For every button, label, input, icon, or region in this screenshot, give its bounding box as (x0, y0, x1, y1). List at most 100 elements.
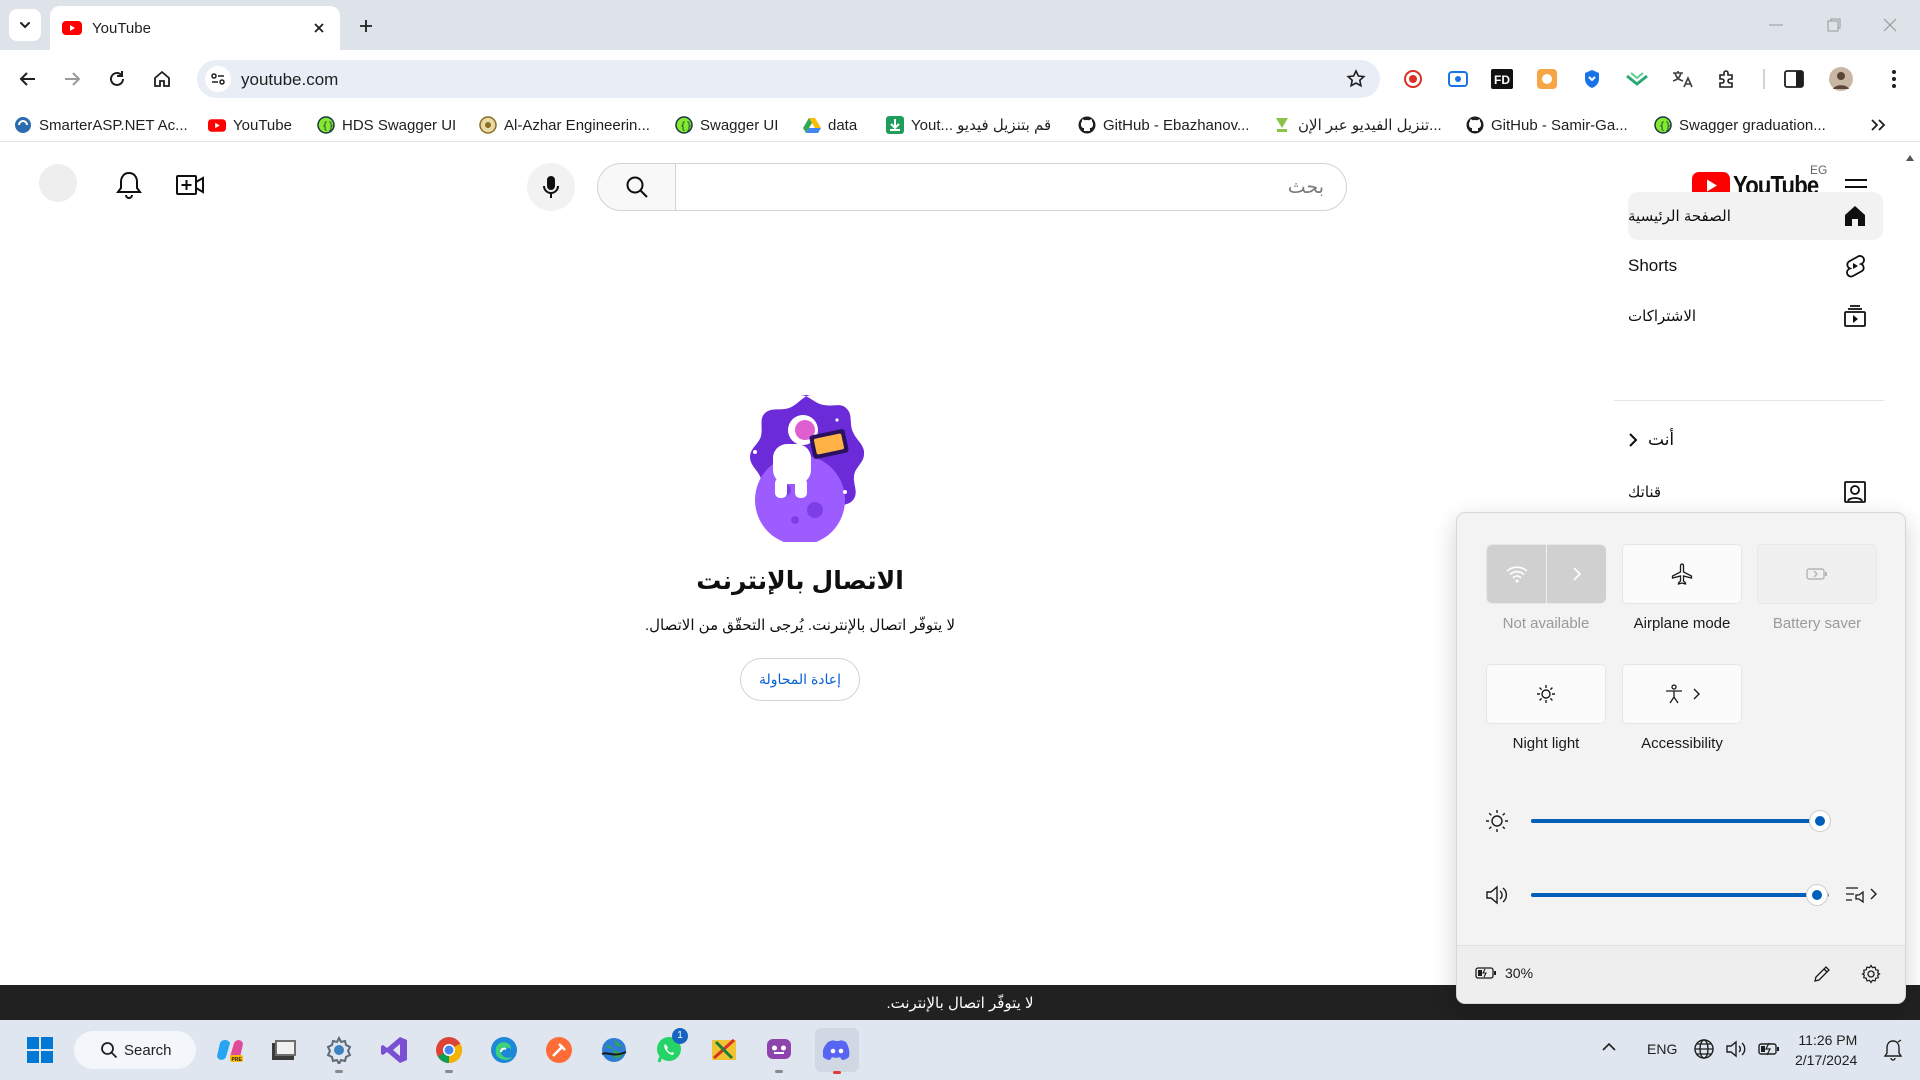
voice-search-button[interactable] (527, 163, 575, 211)
search-input[interactable]: بحث (675, 163, 1347, 211)
postman-icon[interactable] (542, 1033, 576, 1067)
github-icon (1078, 116, 1096, 134)
browser-menu-icon[interactable] (1882, 67, 1906, 91)
bookmarks-bar: SmarterASP.NET Ac... YouTube {} HDS Swagg… (0, 108, 1920, 142)
avatar[interactable] (39, 164, 77, 202)
sidebar-item-subscriptions[interactable]: الاشتراكات (1628, 292, 1883, 340)
brightness-slider[interactable] (1531, 811, 1830, 831)
extensions-puzzle-icon[interactable] (1715, 67, 1739, 91)
file-explorer-icon[interactable] (267, 1033, 301, 1067)
bookmark-item[interactable]: GitHub - Ebazhanov... (1078, 114, 1249, 136)
discord-icon[interactable] (815, 1028, 859, 1074)
audio-output-button[interactable] (1844, 883, 1877, 905)
back-button[interactable] (12, 63, 44, 95)
plus-icon (360, 20, 372, 32)
battery-status[interactable]: 30% (1475, 965, 1533, 981)
bookmark-item[interactable]: YouTube (208, 114, 292, 136)
minimize-button[interactable] (1762, 12, 1790, 38)
copilot-chat-icon[interactable] (762, 1033, 796, 1073)
search-button[interactable] (597, 163, 676, 211)
whatsapp-icon[interactable]: 1 (652, 1028, 688, 1067)
profile-avatar[interactable] (1829, 67, 1853, 91)
green-extension-icon[interactable] (1625, 67, 1649, 91)
edit-pencil-icon[interactable] (1812, 964, 1832, 984)
system-tray-status[interactable] (1693, 1038, 1781, 1060)
battery-icon (1757, 1038, 1781, 1060)
wifi-tile[interactable] (1486, 544, 1606, 604)
volume-icon[interactable] (1485, 885, 1509, 905)
bookmark-item[interactable]: {} HDS Swagger UI (317, 114, 456, 136)
bookmark-star-icon[interactable] (1346, 69, 1366, 89)
volume-slider-thumb[interactable] (1807, 885, 1827, 905)
swagger-icon: {} (675, 116, 693, 134)
windows-taskbar: Search PRE 1 ENG 11:26 PM 2/17/2024 (0, 1020, 1920, 1080)
restore-button[interactable] (1820, 12, 1848, 38)
new-tab-button[interactable] (352, 12, 380, 40)
translate-extension-icon[interactable] (1670, 67, 1694, 91)
settings-app-icon[interactable] (322, 1033, 356, 1073)
bookmark-item[interactable]: GitHub - Samir-Ga... (1466, 114, 1628, 136)
taskbar-search[interactable]: Search (74, 1031, 196, 1069)
fd-extension-icon[interactable]: FD (1490, 67, 1514, 91)
quick-settings-panel: Not available Airplane mode Battery save… (1456, 512, 1906, 1004)
more-bookmarks-icon[interactable] (1870, 114, 1886, 136)
create-video-icon[interactable] (175, 172, 205, 198)
sidebar-item-you[interactable]: أنت (1628, 416, 1883, 464)
shield-extension-icon[interactable] (1580, 67, 1604, 91)
copilot-icon[interactable]: PRE (213, 1033, 247, 1067)
start-button[interactable] (23, 1033, 57, 1067)
site-info-icon[interactable] (205, 66, 231, 92)
svg-text:{}: {} (1659, 121, 1671, 132)
night-light-tile[interactable] (1486, 664, 1606, 724)
reload-button[interactable] (101, 63, 133, 95)
show-hidden-icons-chevron-icon[interactable] (1602, 1042, 1616, 1052)
brightness-icon (1485, 809, 1509, 833)
accessibility-tile[interactable] (1622, 664, 1742, 724)
offline-description: لا يتوفّر اتصال بالإنترنت. يُرجى التحقّق… (644, 617, 956, 634)
github-icon (1466, 116, 1484, 134)
screen-capture-extension-icon[interactable] (1446, 67, 1470, 91)
bookmark-item[interactable]: Yout... قم بتنزيل فيديو (886, 114, 1051, 136)
airplane-icon (1671, 563, 1693, 585)
edge-icon[interactable] (487, 1033, 521, 1067)
battery-saver-label: Battery saver (1772, 615, 1862, 632)
brightness-slider-thumb[interactable] (1810, 811, 1830, 831)
browser-tab-youtube[interactable]: YouTube (50, 6, 340, 50)
record-extension-icon[interactable] (1401, 67, 1425, 91)
airplane-mode-tile[interactable] (1622, 544, 1742, 604)
input-language[interactable]: ENG (1647, 1041, 1677, 1057)
bookmark-item[interactable]: SmarterASP.NET Ac... (14, 114, 188, 136)
clock[interactable]: 11:26 PM 2/17/2024 (1795, 1030, 1857, 1070)
retry-button[interactable]: إعادة المحاولة (739, 658, 861, 701)
battery-saver-icon (1806, 567, 1828, 581)
bookmark-item[interactable]: {} Swagger graduation... (1654, 114, 1826, 136)
side-panel-icon[interactable] (1782, 67, 1806, 91)
forward-button[interactable] (56, 63, 88, 95)
svg-text:PRE: PRE (232, 1057, 243, 1063)
paint-app-icon[interactable] (707, 1033, 741, 1067)
visual-studio-icon[interactable] (377, 1033, 411, 1067)
close-tab-icon[interactable] (308, 17, 330, 39)
sidebar-item-shorts[interactable]: Shorts (1628, 242, 1883, 290)
bookmark-item[interactable]: {} Swagger UI (675, 114, 778, 136)
arrow-right-icon (65, 72, 81, 86)
battery-saver-tile[interactable] (1757, 544, 1877, 604)
tab-search-button[interactable] (9, 9, 41, 41)
home-button[interactable] (146, 63, 178, 95)
notifications-bell-icon[interactable] (115, 170, 143, 200)
chrome-icon[interactable] (432, 1033, 466, 1073)
wifi-expand-chevron-icon[interactable] (1547, 545, 1606, 603)
notification-bell-icon[interactable] (1883, 1039, 1903, 1061)
globe-app-icon[interactable] (597, 1033, 631, 1067)
address-bar[interactable]: youtube.com (197, 60, 1380, 98)
scroll-up-arrow-icon[interactable] (1905, 154, 1915, 162)
sidebar-item-your-channel[interactable]: قناتك (1628, 468, 1883, 516)
settings-gear-icon[interactable] (1861, 964, 1881, 984)
close-window-button[interactable] (1876, 12, 1904, 38)
sidebar-item-home[interactable]: الصفحة الرئيسية (1628, 192, 1883, 240)
bookmark-item[interactable]: Al-Azhar Engineerin... (479, 114, 650, 136)
volume-slider[interactable] (1531, 885, 1829, 905)
orange-extension-icon[interactable] (1535, 67, 1559, 91)
bookmark-item[interactable]: data (803, 114, 857, 136)
bookmark-item[interactable]: تنزيل الفيديو عبر الإن... (1273, 114, 1442, 136)
